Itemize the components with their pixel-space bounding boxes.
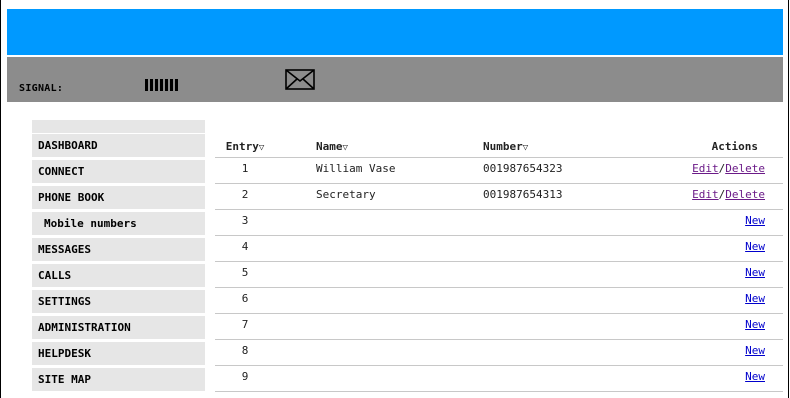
actions-cell: New xyxy=(745,266,765,279)
phone-book-table: Entry▽ Name▽ Number▽ Actions 1 William V… xyxy=(215,137,783,392)
sort-icon: ▽ xyxy=(342,143,348,153)
sidebar-item-messages[interactable]: MESSAGES xyxy=(32,238,205,264)
entry-cell: 7 xyxy=(241,318,249,331)
sidebar-header xyxy=(32,120,205,133)
table-row: 1 William Vase 001987654323 Edit/Delete xyxy=(215,158,783,184)
actions-cell: New xyxy=(745,214,765,227)
name-cell: William Vase xyxy=(316,162,396,175)
new-link[interactable]: New xyxy=(745,266,765,279)
actions-cell: New xyxy=(745,292,765,305)
sidebar-item-site-map[interactable]: SITE MAP xyxy=(32,368,205,394)
signal-label: SIGNAL: xyxy=(19,83,64,94)
sidebar-item-dashboard[interactable]: DASHBOARD xyxy=(32,134,205,160)
name-column-header[interactable]: Name▽ xyxy=(316,140,348,153)
sort-icon: ▽ xyxy=(258,143,265,153)
table-row: 8 New xyxy=(215,340,783,366)
actions-cell: New xyxy=(745,318,765,331)
delete-link[interactable]: Delete xyxy=(725,162,765,175)
new-link[interactable]: New xyxy=(745,318,765,331)
entry-cell: 3 xyxy=(241,214,249,227)
table-row: 2 Secretary 001987654313 Edit/Delete xyxy=(215,184,783,210)
actions-cell: New xyxy=(745,370,765,383)
sidebar-item-calls[interactable]: CALLS xyxy=(32,264,205,290)
new-link[interactable]: New xyxy=(745,370,765,383)
new-link[interactable]: New xyxy=(745,344,765,357)
sort-icon: ▽ xyxy=(522,143,529,153)
edit-link[interactable]: Edit xyxy=(692,188,719,201)
entry-cell: 6 xyxy=(241,292,249,305)
table-row: 4 New xyxy=(215,236,783,262)
entry-cell: 4 xyxy=(241,240,249,253)
status-bar: SIGNAL: xyxy=(7,57,783,102)
entry-cell: 1 xyxy=(241,162,249,175)
entry-cell: 8 xyxy=(241,344,249,357)
table-row: 6 New xyxy=(215,288,783,314)
new-link[interactable]: New xyxy=(745,214,765,227)
new-link[interactable]: New xyxy=(745,240,765,253)
entry-column-header[interactable]: Entry▽ xyxy=(215,140,275,153)
entry-cell: 5 xyxy=(241,266,249,279)
actions-cell: New xyxy=(745,344,765,357)
actions-cell: Edit/Delete xyxy=(692,188,765,201)
actions-cell: New xyxy=(745,240,765,253)
new-link[interactable]: New xyxy=(745,292,765,305)
sidebar-nav: DASHBOARD CONNECT PHONE BOOK Mobile numb… xyxy=(32,120,205,394)
actions-cell: Edit/Delete xyxy=(692,162,765,175)
number-column-header[interactable]: Number▽ xyxy=(483,140,528,153)
table-row: 7 New xyxy=(215,314,783,340)
top-banner xyxy=(7,9,783,57)
entry-cell: 9 xyxy=(241,370,249,383)
sidebar-item-mobile-numbers[interactable]: Mobile numbers xyxy=(32,212,205,238)
sidebar-item-phone-book[interactable]: PHONE BOOK xyxy=(32,186,205,212)
name-cell: Secretary xyxy=(316,188,376,201)
sidebar-item-helpdesk[interactable]: HELPDESK xyxy=(32,342,205,368)
envelope-icon[interactable] xyxy=(285,69,315,90)
entry-cell: 2 xyxy=(241,188,249,201)
table-row: 9 New xyxy=(215,366,783,392)
actions-column-header: Actions xyxy=(711,140,758,153)
edit-link[interactable]: Edit xyxy=(692,162,719,175)
signal-strength-icon xyxy=(145,79,178,91)
delete-link[interactable]: Delete xyxy=(725,188,765,201)
table-header: Entry▽ Name▽ Number▽ Actions xyxy=(215,137,783,158)
table-row: 5 New xyxy=(215,262,783,288)
sidebar-item-connect[interactable]: CONNECT xyxy=(32,160,205,186)
number-cell: 001987654323 xyxy=(483,162,563,175)
sidebar-item-administration[interactable]: ADMINISTRATION xyxy=(32,316,205,342)
table-row: 3 New xyxy=(215,210,783,236)
sidebar-item-settings[interactable]: SETTINGS xyxy=(32,290,205,316)
number-cell: 001987654313 xyxy=(483,188,563,201)
